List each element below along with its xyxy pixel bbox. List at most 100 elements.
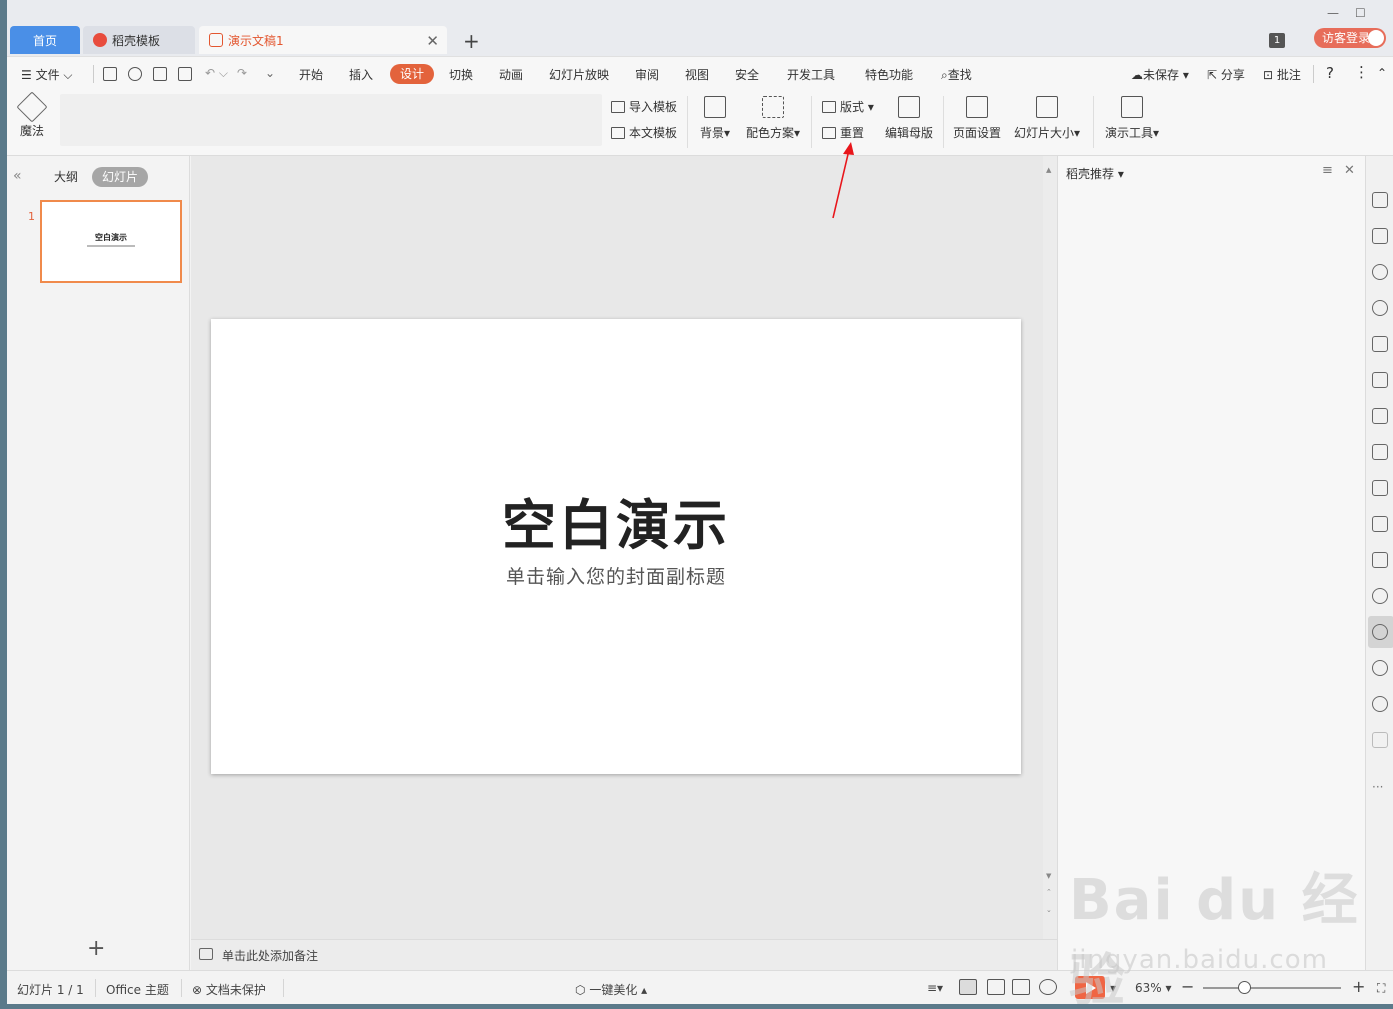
reset-button[interactable]: 重置 [822, 124, 864, 141]
close-tab-icon[interactable]: ✕ [426, 32, 439, 50]
history-icon[interactable] [1372, 660, 1388, 676]
thumbnail-subtitle-line [87, 245, 135, 247]
notes-bar[interactable]: 单击此处添加备注 [191, 939, 1057, 970]
chart-icon[interactable] [1372, 372, 1388, 388]
layout-button[interactable]: 版式 ▾ [822, 98, 874, 115]
tab-outline[interactable]: 大纲 [54, 168, 78, 185]
menu-view[interactable]: 视图 [685, 66, 709, 83]
import-template-button[interactable]: 导入模板 [611, 98, 677, 115]
settings-icon[interactable] [1372, 408, 1388, 424]
reading-view-icon[interactable] [1012, 979, 1030, 995]
tab-document[interactable]: 演示文稿1 ✕ [199, 26, 447, 54]
vertical-scrollbar[interactable]: ▲ ▼ ⌃ ⌄ [1043, 156, 1057, 939]
search-button[interactable]: ⌕查找 [941, 66, 972, 83]
slide-size-label: 幻灯片大小 [1013, 126, 1074, 140]
magic-button[interactable]: 魔法 [16, 91, 48, 139]
scroll-down-icon[interactable]: ▼ [1046, 872, 1051, 880]
present-tools-button[interactable]: 演示工具▾ [1101, 96, 1163, 141]
slide[interactable]: 空白演示 单击输入您的封面副标题 [211, 319, 1021, 774]
menu-security[interactable]: 安全 [735, 66, 759, 83]
menu-start[interactable]: 开始 [299, 66, 323, 83]
box-icon[interactable] [1372, 516, 1388, 532]
more-tools-icon[interactable]: ··· [1372, 780, 1383, 794]
print-preview-icon[interactable] [178, 67, 192, 81]
login-button[interactable]: 访客登录 [1314, 28, 1386, 48]
menu-review[interactable]: 审阅 [635, 66, 659, 83]
print-icon[interactable] [153, 67, 167, 81]
share-button[interactable]: ⇱ 分享 [1207, 66, 1245, 83]
animation-icon[interactable] [1372, 300, 1388, 316]
color-scheme-label: 配色方案 [745, 126, 794, 140]
unsaved-button[interactable]: ☁未保存 ▾ [1131, 66, 1189, 83]
object-icon[interactable] [1372, 228, 1388, 244]
slide-title[interactable]: 空白演示 [211, 481, 1021, 560]
reset-label: 重置 [840, 126, 865, 140]
star-icon[interactable] [1372, 192, 1388, 208]
maximize-icon[interactable]: ☐ [1355, 6, 1366, 20]
more-icon[interactable]: ⋮ [1354, 63, 1369, 81]
pane-menu-icon[interactable]: ≡ [1322, 163, 1333, 178]
app-window: 首页 稻壳模板 演示文稿1 ✕ + — ☐ 1 访客登录 ☰ 文件 ⌵ ↶ ⌵ ↷… [7, 0, 1393, 1004]
beautify-button[interactable]: ⬡ 一键美化 ▴ [575, 981, 647, 998]
sound-icon[interactable] [1372, 588, 1388, 604]
pane-title[interactable]: 稻壳推荐 ▾ [1066, 165, 1124, 182]
export-icon[interactable] [1372, 480, 1388, 496]
menu-animation[interactable]: 动画 [499, 66, 523, 83]
help-circle-icon[interactable] [1372, 696, 1388, 712]
window-count-badge[interactable]: 1 [1269, 33, 1285, 48]
shield-icon: ⊗ [192, 983, 203, 997]
menu-developer[interactable]: 开发工具 [787, 66, 835, 83]
page-setup-button[interactable]: 页面设置 [951, 96, 1003, 141]
this-template-button[interactable]: 本文模板 [611, 124, 677, 141]
menu-insert[interactable]: 插入 [349, 66, 373, 83]
slide-size-button[interactable]: 幻灯片大小▾ [1011, 96, 1083, 141]
docer-pane-icon[interactable] [1372, 624, 1388, 640]
grid-icon[interactable] [1372, 336, 1388, 352]
format-painter-icon[interactable] [128, 67, 142, 81]
undo-icon[interactable]: ↶ ⌵ [205, 66, 228, 81]
file-menu[interactable]: ☰ 文件 ⌵ [21, 66, 73, 83]
color-scheme-button[interactable]: 配色方案▾ [743, 96, 803, 141]
menu-design[interactable]: 设计 [390, 64, 434, 84]
menu-slideshow[interactable]: 幻灯片放映 [549, 66, 609, 83]
protection-status[interactable]: ⊗ 文档未保护 [192, 981, 266, 998]
shape-icon[interactable] [1372, 264, 1388, 280]
add-slide-icon[interactable]: + [87, 936, 105, 961]
next-slide-icon[interactable]: ⌄ [1046, 906, 1052, 914]
edit-master-button[interactable]: 编辑母版 [883, 96, 935, 141]
prev-slide-icon[interactable]: ⌃ [1046, 888, 1052, 896]
comment-button[interactable]: ⊡ 批注 [1263, 66, 1301, 83]
new-tab-icon[interactable]: + [463, 29, 480, 53]
menu-features[interactable]: 特色功能 [865, 66, 913, 83]
cube-icon[interactable] [1372, 732, 1388, 748]
slide-sorter-icon[interactable] [987, 979, 1005, 995]
theme-name[interactable]: Office 主题 [106, 981, 169, 998]
pane-close-icon[interactable]: ✕ [1344, 163, 1355, 178]
slide-subtitle[interactable]: 单击输入您的封面副标题 [211, 562, 1021, 589]
tab-home[interactable]: 首页 [10, 26, 80, 54]
scroll-up-icon[interactable]: ▲ [1046, 166, 1051, 174]
color-scheme-icon [762, 96, 784, 118]
cloud-icon: ☁ [1131, 68, 1143, 82]
help-icon[interactable]: ? [1326, 64, 1334, 82]
slide-number: 1 [28, 210, 35, 223]
tab-slides[interactable]: 幻灯片 [92, 167, 148, 187]
redo-icon[interactable]: ↷ [237, 66, 247, 80]
this-template-label: 本文模板 [629, 126, 678, 140]
minimize-icon[interactable]: — [1327, 6, 1339, 20]
menu-transition[interactable]: 切换 [449, 66, 473, 83]
slide-thumbnail[interactable]: 空白演示 [40, 200, 182, 283]
customize-icon[interactable]: ⌄ [265, 66, 275, 80]
share-label: 分享 [1220, 68, 1245, 82]
gallery-icon[interactable] [1372, 444, 1388, 460]
normal-view-icon[interactable] [959, 979, 977, 995]
notes-view-icon[interactable] [1039, 979, 1057, 995]
tab-docer-templates[interactable]: 稻壳模板 [83, 26, 195, 54]
collapse-ribbon-icon[interactable]: ⌃ [1377, 66, 1387, 80]
image-icon[interactable] [1372, 552, 1388, 568]
background-button[interactable]: 背景▾ [697, 96, 733, 141]
save-icon[interactable] [103, 67, 117, 81]
collapse-panel-icon[interactable]: « [13, 168, 22, 184]
template-gallery[interactable] [60, 94, 602, 146]
notes-toggle-icon[interactable]: ≡▾ [927, 981, 943, 995]
